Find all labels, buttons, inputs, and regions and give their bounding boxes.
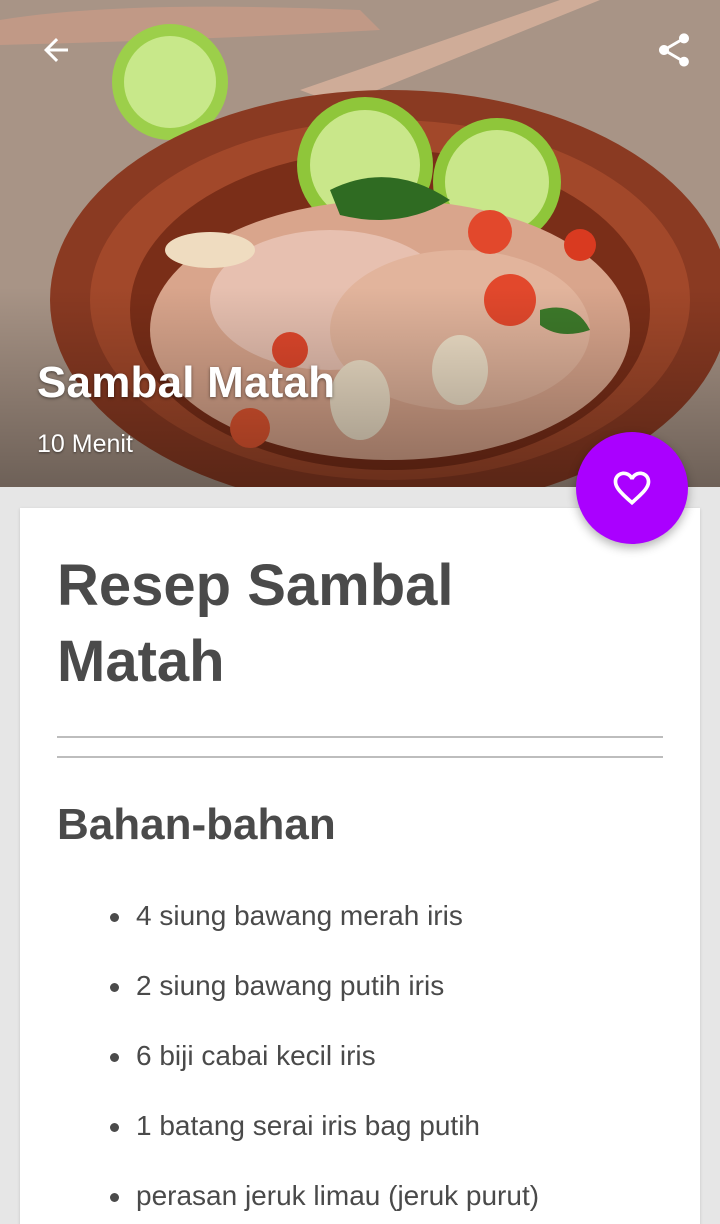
ingredients-list: 4 siung bawang merah iris 2 siung bawang…	[110, 888, 539, 1224]
favorite-button[interactable]	[576, 432, 688, 544]
recipe-title: Resep Sambal Matah	[57, 553, 454, 694]
ingredients-heading: Bahan-bahan	[57, 800, 336, 849]
back-button[interactable]	[28, 22, 84, 78]
share-button[interactable]	[646, 22, 702, 78]
heart-outline-icon	[613, 471, 651, 506]
recipe-card: Resep Sambal Matah Bahan-bahan 4 siung b…	[20, 508, 700, 1224]
arrow-left-icon	[44, 38, 68, 62]
ingredient-item: 6 biji cabai kecil iris	[110, 1028, 539, 1098]
recipe-hero-image: Sambal Matah 10 Menit	[0, 0, 720, 487]
share-icon	[659, 33, 689, 67]
ingredient-item: 4 siung bawang merah iris	[110, 888, 539, 958]
divider	[57, 756, 663, 758]
divider	[57, 736, 663, 738]
cooking-time: 10 Menit	[37, 430, 133, 458]
ingredient-item: perasan jeruk limau (jeruk purut)	[110, 1168, 539, 1224]
ingredient-item: 1 batang serai iris bag putih	[110, 1098, 539, 1168]
ingredient-item: 2 siung bawang putih iris	[110, 958, 539, 1028]
hero-title: Sambal Matah	[37, 358, 336, 407]
